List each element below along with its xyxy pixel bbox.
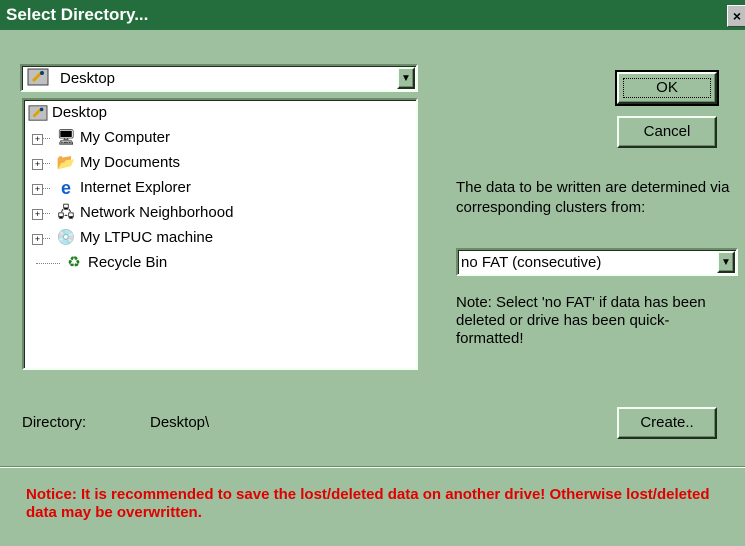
directory-value: Desktop\	[150, 414, 210, 431]
separator	[0, 466, 745, 468]
expand-icon[interactable]: +	[32, 184, 43, 195]
fat-note: Note: Select 'no FAT' if data has been d…	[456, 294, 706, 347]
cancel-button[interactable]: Cancel	[617, 116, 717, 148]
recycle-bin-icon: ♻	[67, 254, 81, 271]
desktop-icon	[28, 104, 48, 122]
internet-explorer-icon: e	[60, 178, 71, 198]
network-icon: 🖧	[57, 204, 75, 221]
tree-item-label: Desktop	[52, 104, 108, 121]
close-icon[interactable]: ×	[727, 5, 745, 27]
notice-text: Notice: It is recommended to save the lo…	[26, 486, 710, 521]
directory-tree[interactable]: Desktop 🖥 My Computer + 📂 My Documents +…	[22, 98, 418, 370]
chevron-down-icon[interactable]: ▼	[397, 67, 415, 89]
expand-icon[interactable]: +	[32, 234, 43, 245]
expand-icon[interactable]: +	[32, 209, 43, 220]
expand-icon[interactable]: +	[32, 159, 43, 170]
title-bar: Select Directory... ×	[0, 0, 745, 30]
computer-icon: 🖥	[56, 129, 76, 146]
drive-combo[interactable]: Desktop ▼	[20, 64, 418, 92]
desktop-icon	[27, 67, 51, 89]
directory-label: Directory:	[22, 414, 87, 431]
ok-button[interactable]: OK	[615, 70, 719, 106]
fat-select[interactable]: no FAT (consecutive) ▼	[456, 248, 738, 276]
window-title: Select Directory...	[6, 5, 149, 24]
expand-icon[interactable]: +	[32, 134, 43, 145]
create-button[interactable]: Create..	[617, 407, 717, 439]
fat-description: The data to be written are determined vi…	[456, 179, 730, 216]
drive-combo-value: Desktop	[60, 70, 116, 87]
fat-select-value: no FAT (consecutive)	[461, 254, 602, 271]
machine-icon: 💿	[56, 229, 76, 246]
folder-icon: 📂	[56, 154, 76, 171]
chevron-down-icon[interactable]: ▼	[717, 251, 735, 273]
